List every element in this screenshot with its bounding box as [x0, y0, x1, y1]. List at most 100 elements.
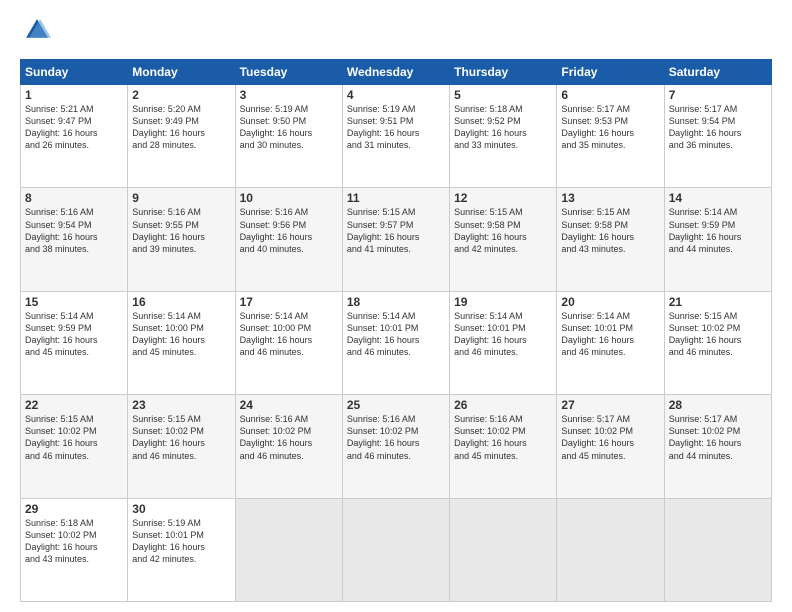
day-info: Sunrise: 5:15 AM Sunset: 9:58 PM Dayligh…: [454, 206, 552, 255]
calendar-week-5: 29Sunrise: 5:18 AM Sunset: 10:02 PM Dayl…: [21, 498, 772, 601]
calendar-cell: 1Sunrise: 5:21 AM Sunset: 9:47 PM Daylig…: [21, 85, 128, 188]
calendar-cell: 15Sunrise: 5:14 AM Sunset: 9:59 PM Dayli…: [21, 291, 128, 394]
calendar-header-monday: Monday: [128, 60, 235, 85]
day-info: Sunrise: 5:20 AM Sunset: 9:49 PM Dayligh…: [132, 103, 230, 152]
day-number: 8: [25, 191, 123, 205]
day-info: Sunrise: 5:17 AM Sunset: 9:53 PM Dayligh…: [561, 103, 659, 152]
calendar-cell: 29Sunrise: 5:18 AM Sunset: 10:02 PM Dayl…: [21, 498, 128, 601]
day-number: 14: [669, 191, 767, 205]
calendar-cell: 20Sunrise: 5:14 AM Sunset: 10:01 PM Dayl…: [557, 291, 664, 394]
calendar-cell: 10Sunrise: 5:16 AM Sunset: 9:56 PM Dayli…: [235, 188, 342, 291]
calendar-cell: 16Sunrise: 5:14 AM Sunset: 10:00 PM Dayl…: [128, 291, 235, 394]
day-number: 9: [132, 191, 230, 205]
day-number: 4: [347, 88, 445, 102]
day-number: 13: [561, 191, 659, 205]
calendar-cell: 14Sunrise: 5:14 AM Sunset: 9:59 PM Dayli…: [664, 188, 771, 291]
day-number: 17: [240, 295, 338, 309]
calendar-header-thursday: Thursday: [450, 60, 557, 85]
day-info: Sunrise: 5:16 AM Sunset: 10:02 PM Daylig…: [454, 413, 552, 462]
calendar-week-1: 1Sunrise: 5:21 AM Sunset: 9:47 PM Daylig…: [21, 85, 772, 188]
day-info: Sunrise: 5:14 AM Sunset: 9:59 PM Dayligh…: [669, 206, 767, 255]
day-number: 20: [561, 295, 659, 309]
page: SundayMondayTuesdayWednesdayThursdayFrid…: [0, 0, 792, 612]
calendar-cell: 26Sunrise: 5:16 AM Sunset: 10:02 PM Dayl…: [450, 395, 557, 498]
day-info: Sunrise: 5:19 AM Sunset: 10:01 PM Daylig…: [132, 517, 230, 566]
day-info: Sunrise: 5:19 AM Sunset: 9:50 PM Dayligh…: [240, 103, 338, 152]
calendar-cell: 21Sunrise: 5:15 AM Sunset: 10:02 PM Dayl…: [664, 291, 771, 394]
day-info: Sunrise: 5:14 AM Sunset: 9:59 PM Dayligh…: [25, 310, 123, 359]
day-number: 6: [561, 88, 659, 102]
day-info: Sunrise: 5:17 AM Sunset: 9:54 PM Dayligh…: [669, 103, 767, 152]
day-number: 15: [25, 295, 123, 309]
day-info: Sunrise: 5:14 AM Sunset: 10:00 PM Daylig…: [132, 310, 230, 359]
calendar-cell: 22Sunrise: 5:15 AM Sunset: 10:02 PM Dayl…: [21, 395, 128, 498]
day-number: 11: [347, 191, 445, 205]
calendar-header-tuesday: Tuesday: [235, 60, 342, 85]
calendar-header-saturday: Saturday: [664, 60, 771, 85]
day-info: Sunrise: 5:16 AM Sunset: 10:02 PM Daylig…: [347, 413, 445, 462]
calendar-week-4: 22Sunrise: 5:15 AM Sunset: 10:02 PM Dayl…: [21, 395, 772, 498]
calendar-cell: [235, 498, 342, 601]
day-info: Sunrise: 5:17 AM Sunset: 10:02 PM Daylig…: [561, 413, 659, 462]
calendar-header-friday: Friday: [557, 60, 664, 85]
calendar-cell: 4Sunrise: 5:19 AM Sunset: 9:51 PM Daylig…: [342, 85, 449, 188]
day-number: 22: [25, 398, 123, 412]
day-info: Sunrise: 5:16 AM Sunset: 9:54 PM Dayligh…: [25, 206, 123, 255]
day-info: Sunrise: 5:14 AM Sunset: 10:01 PM Daylig…: [561, 310, 659, 359]
day-number: 28: [669, 398, 767, 412]
day-info: Sunrise: 5:18 AM Sunset: 9:52 PM Dayligh…: [454, 103, 552, 152]
day-number: 23: [132, 398, 230, 412]
calendar-cell: [342, 498, 449, 601]
day-number: 2: [132, 88, 230, 102]
calendar-cell: 17Sunrise: 5:14 AM Sunset: 10:00 PM Dayl…: [235, 291, 342, 394]
day-number: 10: [240, 191, 338, 205]
day-number: 16: [132, 295, 230, 309]
calendar-header-wednesday: Wednesday: [342, 60, 449, 85]
calendar-cell: 25Sunrise: 5:16 AM Sunset: 10:02 PM Dayl…: [342, 395, 449, 498]
calendar-cell: 6Sunrise: 5:17 AM Sunset: 9:53 PM Daylig…: [557, 85, 664, 188]
calendar-cell: 2Sunrise: 5:20 AM Sunset: 9:49 PM Daylig…: [128, 85, 235, 188]
day-number: 24: [240, 398, 338, 412]
day-info: Sunrise: 5:14 AM Sunset: 10:01 PM Daylig…: [454, 310, 552, 359]
day-info: Sunrise: 5:16 AM Sunset: 9:55 PM Dayligh…: [132, 206, 230, 255]
calendar-cell: 11Sunrise: 5:15 AM Sunset: 9:57 PM Dayli…: [342, 188, 449, 291]
day-info: Sunrise: 5:15 AM Sunset: 10:02 PM Daylig…: [132, 413, 230, 462]
day-info: Sunrise: 5:19 AM Sunset: 9:51 PM Dayligh…: [347, 103, 445, 152]
calendar-cell: 7Sunrise: 5:17 AM Sunset: 9:54 PM Daylig…: [664, 85, 771, 188]
day-number: 3: [240, 88, 338, 102]
calendar-body: 1Sunrise: 5:21 AM Sunset: 9:47 PM Daylig…: [21, 85, 772, 602]
day-info: Sunrise: 5:15 AM Sunset: 10:02 PM Daylig…: [25, 413, 123, 462]
day-number: 7: [669, 88, 767, 102]
day-number: 30: [132, 502, 230, 516]
day-info: Sunrise: 5:21 AM Sunset: 9:47 PM Dayligh…: [25, 103, 123, 152]
day-number: 12: [454, 191, 552, 205]
header: [20, 16, 772, 49]
calendar-cell: 28Sunrise: 5:17 AM Sunset: 10:02 PM Dayl…: [664, 395, 771, 498]
calendar-cell: 18Sunrise: 5:14 AM Sunset: 10:01 PM Dayl…: [342, 291, 449, 394]
calendar-cell: 5Sunrise: 5:18 AM Sunset: 9:52 PM Daylig…: [450, 85, 557, 188]
day-info: Sunrise: 5:16 AM Sunset: 9:56 PM Dayligh…: [240, 206, 338, 255]
day-info: Sunrise: 5:15 AM Sunset: 10:02 PM Daylig…: [669, 310, 767, 359]
calendar-week-3: 15Sunrise: 5:14 AM Sunset: 9:59 PM Dayli…: [21, 291, 772, 394]
calendar-cell: [664, 498, 771, 601]
day-number: 18: [347, 295, 445, 309]
calendar-cell: 12Sunrise: 5:15 AM Sunset: 9:58 PM Dayli…: [450, 188, 557, 291]
day-info: Sunrise: 5:14 AM Sunset: 10:01 PM Daylig…: [347, 310, 445, 359]
calendar-cell: 27Sunrise: 5:17 AM Sunset: 10:02 PM Dayl…: [557, 395, 664, 498]
day-number: 5: [454, 88, 552, 102]
calendar-cell: 8Sunrise: 5:16 AM Sunset: 9:54 PM Daylig…: [21, 188, 128, 291]
day-info: Sunrise: 5:18 AM Sunset: 10:02 PM Daylig…: [25, 517, 123, 566]
day-number: 25: [347, 398, 445, 412]
calendar-week-2: 8Sunrise: 5:16 AM Sunset: 9:54 PM Daylig…: [21, 188, 772, 291]
calendar-cell: 24Sunrise: 5:16 AM Sunset: 10:02 PM Dayl…: [235, 395, 342, 498]
calendar-cell: 23Sunrise: 5:15 AM Sunset: 10:02 PM Dayl…: [128, 395, 235, 498]
day-info: Sunrise: 5:14 AM Sunset: 10:00 PM Daylig…: [240, 310, 338, 359]
calendar-header-row: SundayMondayTuesdayWednesdayThursdayFrid…: [21, 60, 772, 85]
day-number: 26: [454, 398, 552, 412]
calendar-cell: 30Sunrise: 5:19 AM Sunset: 10:01 PM Dayl…: [128, 498, 235, 601]
day-number: 27: [561, 398, 659, 412]
calendar: SundayMondayTuesdayWednesdayThursdayFrid…: [20, 59, 772, 602]
calendar-cell: 9Sunrise: 5:16 AM Sunset: 9:55 PM Daylig…: [128, 188, 235, 291]
day-info: Sunrise: 5:15 AM Sunset: 9:58 PM Dayligh…: [561, 206, 659, 255]
logo-icon: [23, 16, 51, 44]
